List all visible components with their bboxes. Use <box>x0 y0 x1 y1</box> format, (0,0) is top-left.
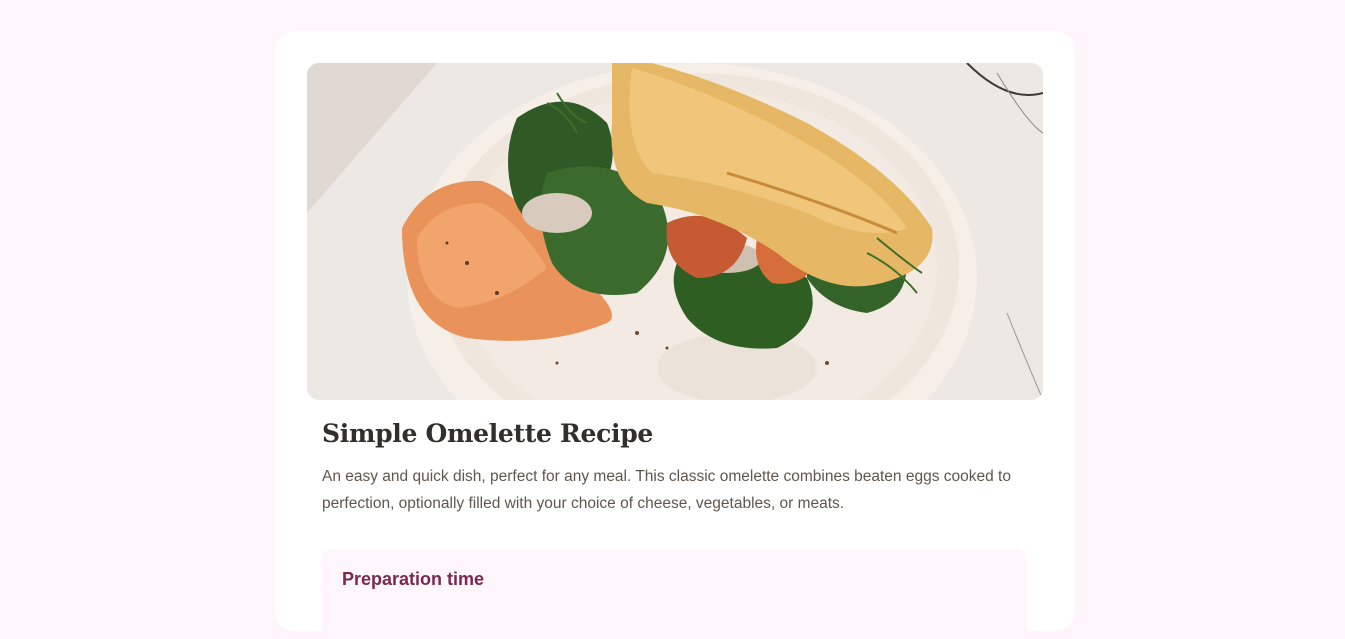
omelette-illustration <box>307 63 1043 400</box>
preparation-time-section: Preparation time <box>322 549 1027 639</box>
recipe-card: Simple Omelette Recipe An easy and quick… <box>275 31 1075 639</box>
recipe-title: Simple Omelette Recipe <box>322 419 654 448</box>
recipe-image <box>307 63 1043 400</box>
recipe-description: An easy and quick dish, perfect for any … <box>322 468 1011 512</box>
preparation-time-heading: Preparation time <box>342 569 485 589</box>
